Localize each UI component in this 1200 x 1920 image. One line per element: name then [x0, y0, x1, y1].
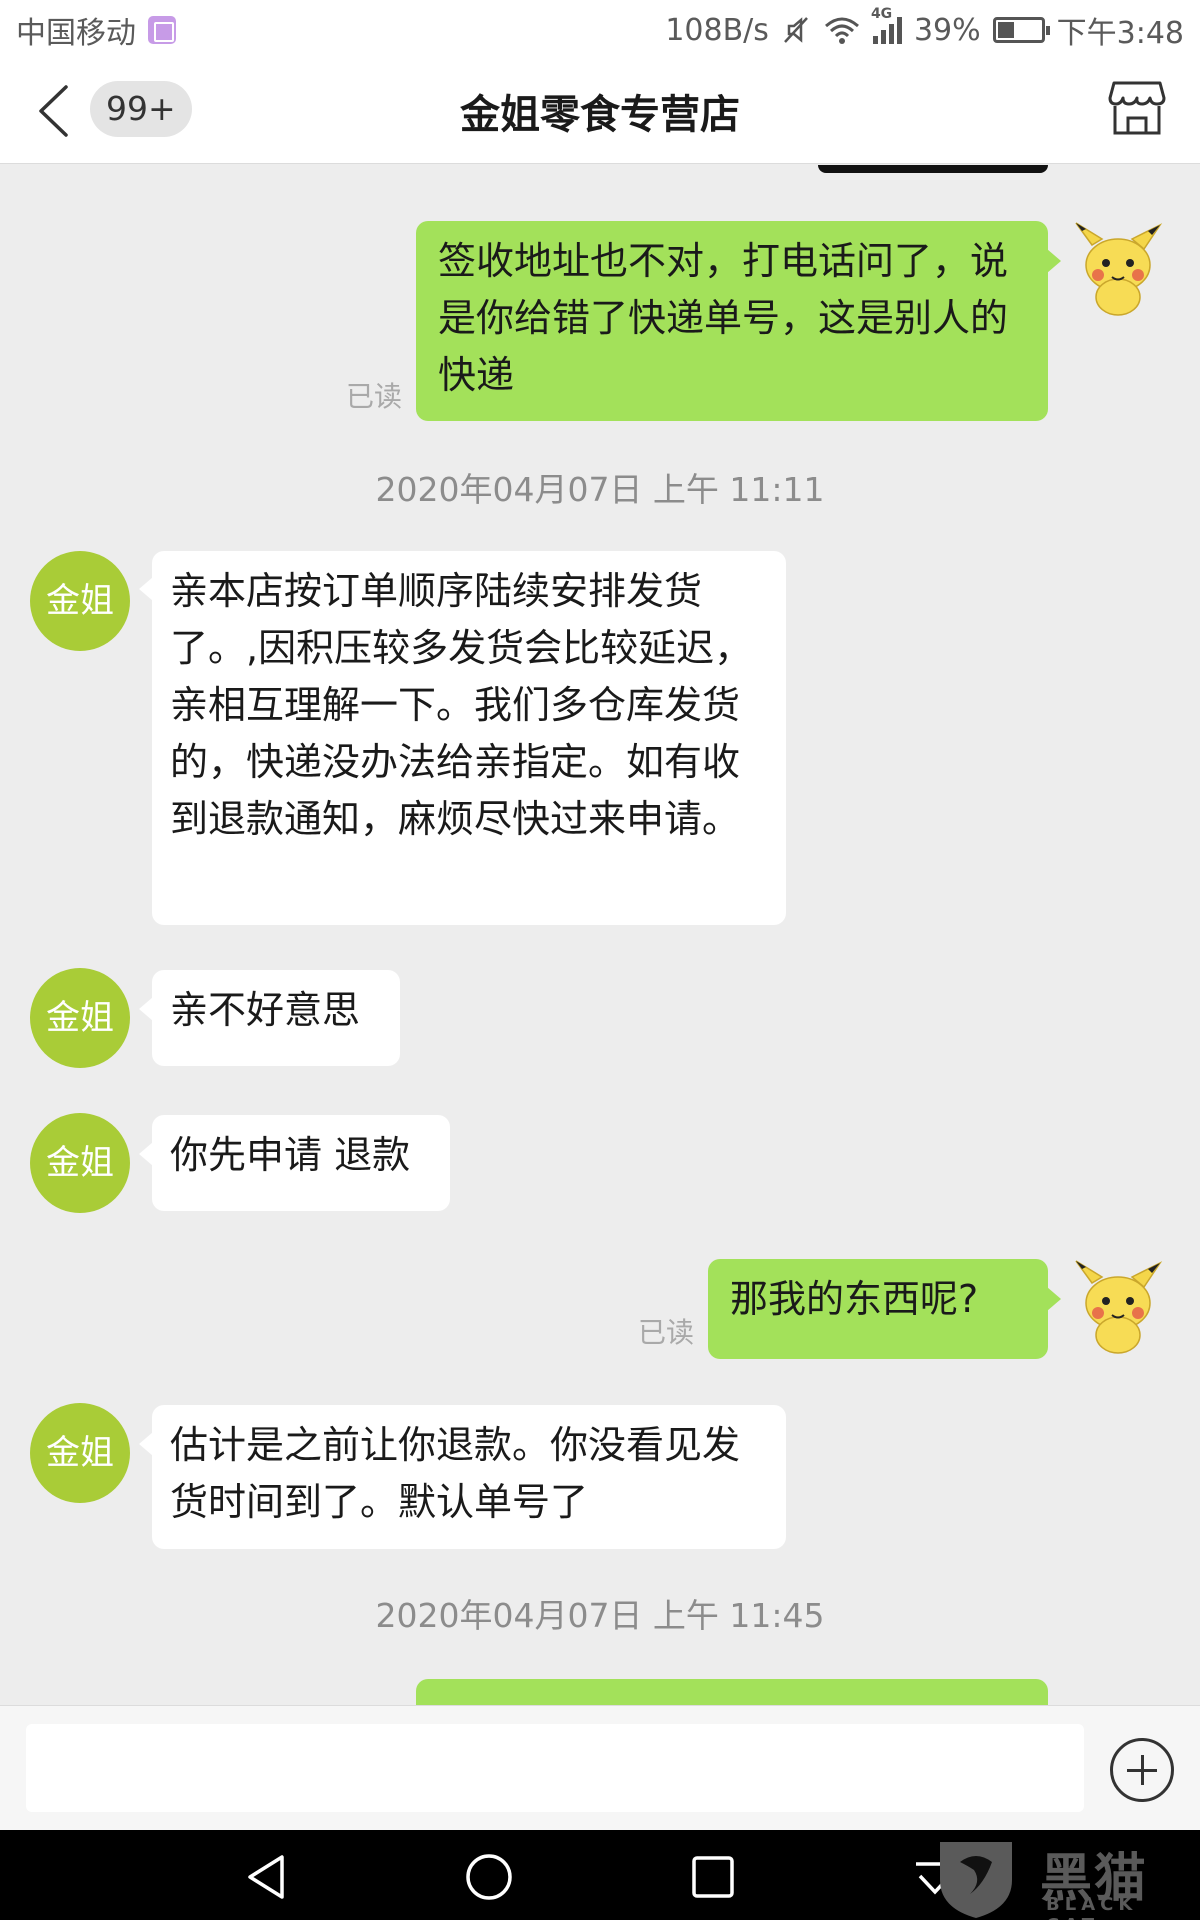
message-bubble-outgoing[interactable]: 那我的东西呢? [708, 1259, 1048, 1359]
nav-home-icon[interactable] [464, 1852, 514, 1902]
message-text: 亲不好意思 [170, 988, 361, 1032]
user-avatar-pikachu-icon[interactable] [1068, 219, 1168, 319]
bubble-tail [139, 1432, 153, 1456]
bubble-tail [139, 997, 153, 1021]
read-status: 已读 [638, 1316, 695, 1349]
store-avatar[interactable]: 金姐 [30, 968, 130, 1068]
user-avatar-pikachu-icon[interactable] [1068, 1257, 1168, 1357]
add-circle-icon[interactable] [1110, 1738, 1174, 1802]
watermark-logo-icon [940, 1842, 1012, 1918]
message-text: 你先申请 退款 [170, 1133, 411, 1177]
message-text: 那我的东西呢? [730, 1277, 979, 1321]
timestamp: 2020年04月07日 上午 11:11 [375, 470, 825, 509]
system-navigation-bar: 黑猫 BLACK CAT [0, 1830, 1200, 1920]
battery-percent: 39% [913, 12, 981, 48]
store-avatar[interactable]: 金姐 [30, 1403, 130, 1503]
carrier-label: 中国移动 [16, 16, 136, 51]
network-speed: 108B/s [665, 12, 769, 48]
message-bubble-incoming[interactable]: 你先申请 退款 [152, 1115, 450, 1211]
image-message-stub[interactable] [818, 165, 1048, 173]
nav-back-icon[interactable] [242, 1852, 292, 1902]
signal-icon: 4G [871, 6, 902, 44]
page-title: 金姐零食专营店 [460, 92, 740, 138]
message-bubble-outgoing[interactable]: 签收地址也不对，打电话问了，说是你给错了快递单号，这是别人的快递 [416, 221, 1048, 421]
message-text: 签收地址也不对，打电话问了，说是你给错了快递单号，这是别人的快递 [438, 239, 1009, 397]
network-type: 4G [870, 6, 893, 22]
bubble-tail [1047, 249, 1061, 273]
chat-list[interactable]: 签收地址也不对，打电话问了，说是你给错了快递单号，这是别人的快递 已读 2020… [0, 165, 1200, 1705]
read-status: 已读 [346, 380, 403, 413]
clock: 下午3:48 [1056, 16, 1184, 51]
message-input[interactable] [26, 1724, 1084, 1812]
status-bar: 中国移动 108B/s 4G 39% 下午3:48 [0, 0, 1200, 54]
store-icon[interactable] [1108, 80, 1166, 136]
battery-icon [992, 17, 1050, 43]
user-avatar-pikachu-icon[interactable] [1068, 1689, 1168, 1705]
store-avatar[interactable]: 金姐 [30, 551, 130, 651]
store-avatar[interactable]: 金姐 [30, 1113, 130, 1213]
message-text: 估计是之前让你退款。你没看见发货时间到了。默认单号了 [170, 1423, 741, 1524]
watermark-subtext: BLACK CAT [1046, 1894, 1138, 1920]
message-bubble-incoming[interactable]: 亲不好意思 [152, 970, 400, 1066]
wifi-icon [824, 17, 859, 44]
message-bubble-incoming[interactable]: 亲本店按订单顺序陆续安排发货了。,因积压较多发货会比较延迟，亲相互理解一下。我们… [152, 551, 786, 925]
message-input-bar [0, 1705, 1200, 1830]
nav-recents-icon[interactable] [688, 1852, 738, 1902]
gallery-notification-icon [148, 16, 176, 44]
bubble-tail [139, 1142, 153, 1166]
timestamp: 2020年04月07日 上午 11:45 [375, 1596, 825, 1635]
bubble-tail [1047, 1287, 1061, 1311]
bubble-tail [139, 577, 153, 601]
chat-header: 99+ 金姐零食专营店 [0, 54, 1200, 164]
message-bubble-outgoing-partial[interactable] [416, 1679, 1048, 1705]
message-bubble-incoming[interactable]: 估计是之前让你退款。你没看见发货时间到了。默认单号了 [152, 1405, 786, 1549]
message-text: 亲本店按订单顺序陆续安排发货了。,因积压较多发货会比较延迟，亲相互理解一下。我们… [170, 569, 753, 841]
mute-icon [784, 17, 808, 43]
